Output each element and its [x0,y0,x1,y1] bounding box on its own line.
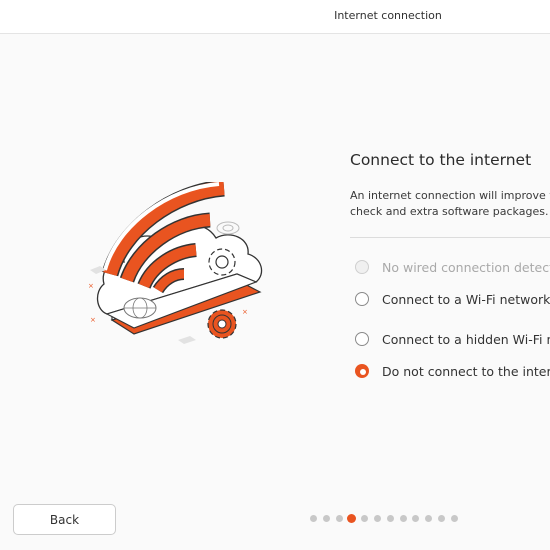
cloud-wifi-illustration: × × × [88,182,263,344]
divider [350,237,550,238]
radio-button[interactable] [355,332,369,346]
step-dot [322,515,330,522]
gear-icon [207,309,237,339]
step-dot [412,515,420,522]
step-dot [310,515,317,522]
back-button[interactable]: Back [13,504,116,535]
option-do-not-connect[interactable]: Do not connect to the intern [355,362,550,380]
step-dot [373,515,381,522]
globe-icon [123,297,157,319]
gear-icon [208,248,236,276]
option-label[interactable]: Connect to a hidden Wi-Fi ne [382,332,550,347]
radio-button [355,260,369,274]
svg-text:×: × [242,308,248,316]
title-bar: Internet connection [0,0,550,34]
window-title: Internet connection [334,9,442,22]
step-dot [386,515,394,522]
page-heading: Connect to the internet [350,151,532,169]
option-label[interactable]: Connect to a Wi-Fi network [382,292,550,307]
description-line: An internet connection will improve y [350,189,550,202]
step-indicator [310,514,458,523]
radio-button[interactable] [355,364,369,378]
step-dot [437,515,445,522]
option-connect-wifi[interactable]: Connect to a Wi-Fi network [355,290,550,308]
step-dot [425,515,433,522]
option-connect-hidden-wifi[interactable]: Connect to a hidden Wi-Fi ne [355,330,550,348]
option-label[interactable]: Do not connect to the intern [382,364,550,379]
option-label: No wired connection detect [382,259,550,275]
step-dot-current [347,514,357,523]
svg-text:×: × [88,282,94,290]
option-no-wired-connection: No wired connection detect [355,258,550,276]
description-line: check and extra software packages. [350,205,549,218]
step-dot [399,515,407,522]
step-dot [361,515,369,522]
page-description: An internet connection will improve y ch… [350,188,550,220]
step-dot [335,515,343,522]
step-dot [450,515,458,522]
radio-button[interactable] [355,292,369,306]
svg-text:×: × [90,316,96,324]
